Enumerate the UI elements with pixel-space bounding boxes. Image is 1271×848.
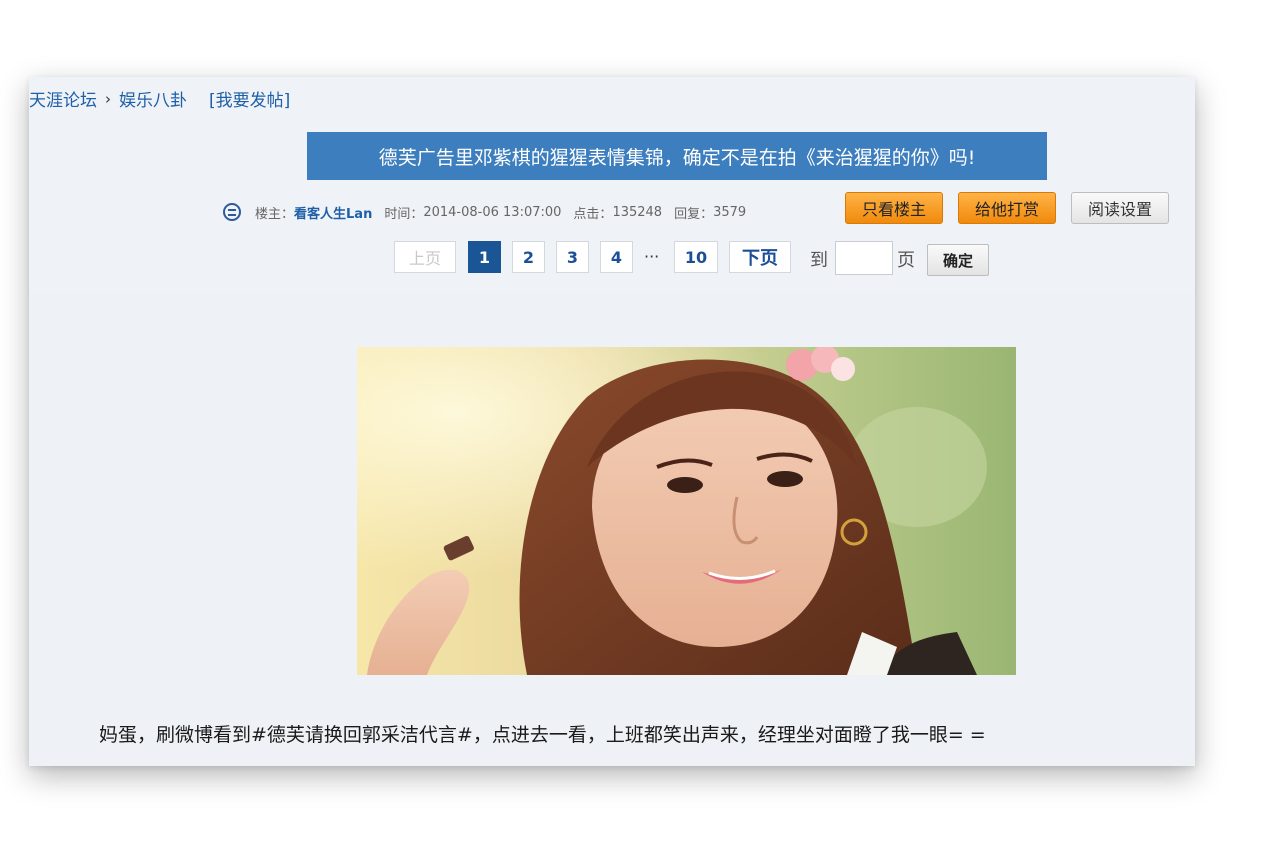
only-author-button[interactable]: 只看楼主 bbox=[845, 192, 943, 224]
pagination-ellipsis: ··· bbox=[644, 247, 660, 266]
clicks-label: 点击： bbox=[573, 206, 613, 222]
page-4-button[interactable]: 4 bbox=[600, 241, 633, 273]
breadcrumb: 天涯论坛 › 娱乐八卦 [我要发帖] bbox=[29, 86, 290, 112]
clicks-count: 135248 bbox=[612, 204, 663, 220]
breadcrumb-board-link[interactable]: 娱乐八卦 bbox=[119, 86, 187, 111]
replies-label: 回复： bbox=[674, 206, 714, 222]
pagination: 上页 1 2 3 4 ··· 10 下页 到 页 确定 bbox=[29, 241, 1195, 277]
breadcrumb-forum-link[interactable]: 天涯论坛 bbox=[29, 86, 97, 111]
page-10-button[interactable]: 10 bbox=[674, 241, 718, 273]
breadcrumb-separator: › bbox=[105, 89, 111, 108]
author-link[interactable]: 看客人生Lan bbox=[294, 203, 372, 222]
goto-label: 到 bbox=[810, 250, 828, 271]
page-unit-label: 页 bbox=[897, 250, 915, 271]
post-title: 德芙广告里邓紫棋的猩猩表情集锦，确定不是在拍《来治猩猩的你》吗! bbox=[307, 132, 1047, 180]
page-2-button[interactable]: 2 bbox=[512, 241, 545, 273]
time-label: 时间： bbox=[384, 206, 424, 222]
read-settings-button[interactable]: 阅读设置 bbox=[1071, 192, 1169, 224]
page-3-button[interactable]: 3 bbox=[556, 241, 589, 273]
page-1-button[interactable]: 1 bbox=[468, 241, 501, 273]
replies-count: 3579 bbox=[713, 204, 747, 220]
forum-post-card: 天涯论坛 › 娱乐八卦 [我要发帖] 德芙广告里邓紫棋的猩猩表情集锦，确定不是在拍《来… bbox=[29, 77, 1195, 766]
prev-page-button[interactable]: 上页 bbox=[394, 241, 456, 273]
reward-button[interactable]: 给他打赏 bbox=[958, 192, 1056, 224]
post-body-text: 妈蛋，刷微博看到#德芙请换回郭采洁代言#，点进去一看，上班都笑出声来，经理坐对面… bbox=[99, 724, 986, 746]
new-post-link[interactable]: [我要发帖] bbox=[209, 86, 290, 111]
post-photo bbox=[357, 347, 1016, 675]
author-label: 楼主： bbox=[255, 206, 295, 222]
next-page-button[interactable]: 下页 bbox=[729, 241, 791, 273]
page-number-input[interactable] bbox=[835, 241, 893, 275]
post-meta: 楼主： 看客人生Lan 时间： 2014-08-06 13:07:00 点击： … bbox=[223, 199, 746, 225]
post-time: 2014-08-06 13:07:00 bbox=[423, 204, 562, 220]
goto-confirm-button[interactable]: 确定 bbox=[927, 244, 989, 276]
smiley-icon bbox=[223, 203, 241, 221]
